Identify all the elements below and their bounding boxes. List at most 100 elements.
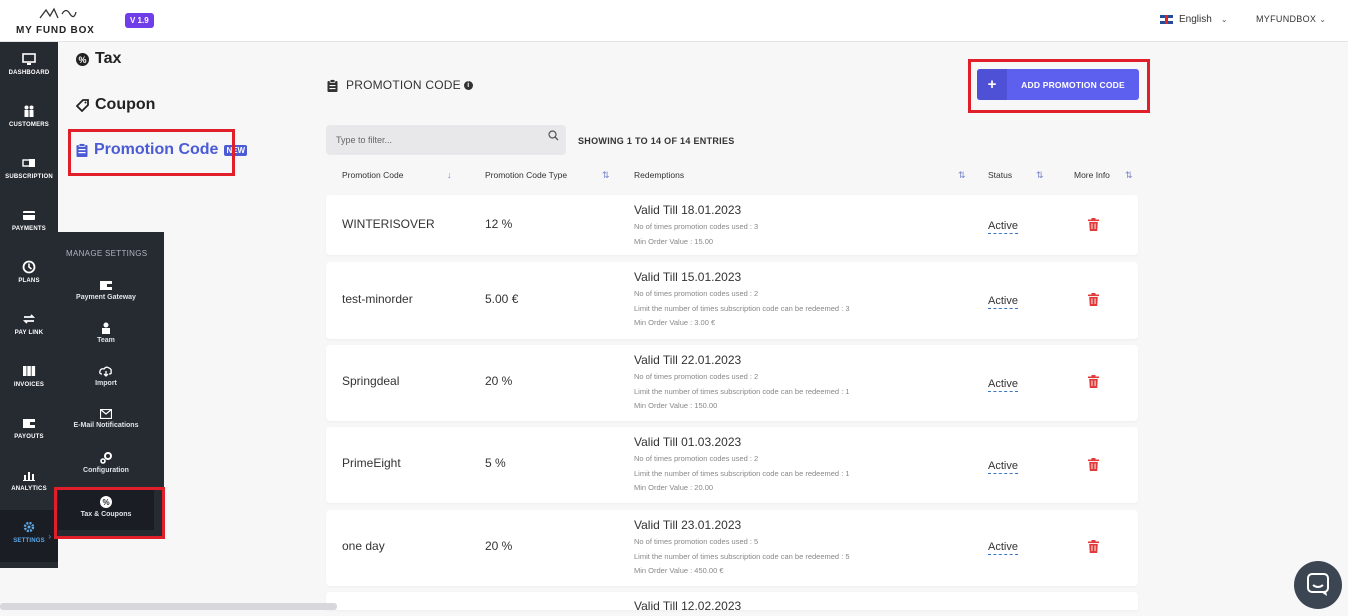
- entries-count: SHOWING 1 TO 14 OF 14 ENTRIES: [578, 136, 735, 146]
- sidebar-item-label: DASHBOARD: [8, 70, 50, 76]
- settings-item-configuration[interactable]: Configuration: [58, 452, 154, 474]
- add-promotion-code-button[interactable]: + ADD PROMOTION CODE: [977, 69, 1139, 100]
- settings-item-team[interactable]: Team: [58, 322, 154, 344]
- sidebar-item-dashboard[interactable]: DASHBOARD: [0, 42, 58, 94]
- chevron-down-icon: ⌄: [1220, 15, 1228, 24]
- monitor-icon: [22, 53, 36, 65]
- sort-icon[interactable]: ⇅: [958, 170, 966, 181]
- promotion-type: 12 %: [485, 217, 513, 231]
- manage-settings-flyout: MANAGE SETTINGS Payment Gateway Team Imp…: [58, 232, 164, 536]
- logo-text: MY FUND BOX: [16, 25, 95, 36]
- table-row[interactable]: WINTERISOVER 12 % Valid Till 18.01.2023 …: [326, 195, 1138, 255]
- version-badge: V 1.9: [125, 13, 154, 28]
- user-menu[interactable]: MYFUNDBOX ⌄: [1256, 14, 1326, 24]
- column-header-status[interactable]: Status: [988, 170, 1012, 180]
- sidebar-item-payouts[interactable]: PAYOUTS: [0, 406, 58, 458]
- sort-icon[interactable]: ⇅: [602, 170, 610, 181]
- subnav-label: Coupon: [95, 96, 156, 113]
- sidebar-item-label: ANALYTICS: [11, 486, 47, 492]
- redemption-detail: No of times promotion codes used : 3: [634, 222, 759, 231]
- settings-item-label: Configuration: [83, 467, 129, 474]
- user-name: MYFUNDBOX: [1256, 14, 1317, 24]
- search-icon: [548, 130, 559, 141]
- sidebar-item-payments[interactable]: PAYMENTS: [0, 198, 58, 250]
- promotion-type: 20 %: [485, 539, 513, 553]
- clipboard-icon: [76, 143, 88, 157]
- settings-item-label: Import: [95, 380, 117, 387]
- trash-icon[interactable]: [1088, 540, 1099, 553]
- subnav-label: Promotion Code: [94, 141, 219, 158]
- table-row[interactable]: PrimeEight 5 % Valid Till 01.03.2023 No …: [326, 427, 1138, 503]
- promotion-code: Springdeal: [342, 374, 400, 388]
- sidebar-item-pay-link[interactable]: PAY LINK: [0, 302, 58, 354]
- settings-item-tax-coupons[interactable]: % Tax & Coupons: [58, 488, 154, 530]
- redemption-detail: Min Order Value : 15.00: [634, 236, 714, 246]
- status-toggle[interactable]: Active: [988, 541, 1018, 555]
- table-row[interactable]: Springdeal 20 % Valid Till 22.01.2023 No…: [326, 345, 1138, 421]
- trash-icon[interactable]: [1088, 293, 1099, 306]
- credit-card-icon: [23, 211, 35, 220]
- svg-text:%: %: [78, 55, 86, 65]
- sidebar-item-invoices[interactable]: INVOICES: [0, 354, 58, 406]
- exchange-icon: [22, 314, 36, 324]
- bar-chart-icon: [23, 472, 35, 481]
- table-row[interactable]: Valid Till 12.02.2023: [326, 592, 1138, 613]
- valid-till: Valid Till 12.02.2023: [634, 599, 742, 613]
- valid-till: Valid Till 23.01.2023: [634, 518, 742, 532]
- logo-mark-icon: [39, 7, 77, 19]
- valid-till: Valid Till 01.03.2023: [634, 435, 742, 449]
- settings-item-import[interactable]: Import: [58, 366, 154, 387]
- column-header-redemptions[interactable]: Redemptions: [634, 170, 684, 180]
- sort-desc-icon[interactable]: ↓: [447, 170, 452, 180]
- sidebar-item-plans[interactable]: PLANS: [0, 250, 58, 302]
- chevron-down-icon: ⌄: [1319, 15, 1327, 24]
- redemption-detail: No of times promotion codes used : 5: [634, 537, 759, 546]
- status-toggle[interactable]: Active: [988, 295, 1018, 309]
- gear-icon: [23, 521, 35, 533]
- top-bar: MY FUND BOX V 1.9 English ⌄ MYFUNDBOX ⌄: [0, 0, 1348, 42]
- language-selector[interactable]: English ⌄: [1160, 14, 1228, 25]
- status-toggle[interactable]: Active: [988, 460, 1018, 474]
- column-header-more-info[interactable]: More Info: [1074, 170, 1110, 180]
- subnav-tax[interactable]: % Tax: [76, 50, 121, 68]
- horizontal-scrollbar[interactable]: [0, 603, 337, 610]
- sidebar-item-analytics[interactable]: ANALYTICS: [0, 458, 58, 510]
- sort-icon[interactable]: ⇅: [1125, 170, 1133, 181]
- add-button-label: ADD PROMOTION CODE: [1021, 79, 1125, 90]
- new-badge: NEW: [224, 144, 248, 156]
- redemption-detail: Limit the number of times subscription c…: [634, 386, 850, 396]
- column-header-promotion-code[interactable]: Promotion Code: [342, 170, 403, 180]
- status-toggle[interactable]: Active: [988, 220, 1018, 234]
- promotion-code: PrimeEight: [342, 456, 401, 470]
- settings-item-payment-gateway[interactable]: Payment Gateway: [58, 280, 154, 301]
- chat-support-button[interactable]: [1294, 561, 1342, 609]
- status-toggle[interactable]: Active: [988, 378, 1018, 392]
- sidebar-item-settings[interactable]: SETTINGS ›: [0, 510, 58, 562]
- trash-icon[interactable]: [1088, 458, 1099, 471]
- app-logo[interactable]: MY FUND BOX: [14, 6, 96, 36]
- info-icon[interactable]: i: [463, 80, 473, 90]
- sidebar-item-customers[interactable]: CUSTOMERS: [0, 94, 58, 146]
- subnav-label: Tax: [95, 50, 122, 67]
- redemption-detail: Min Order Value : 20.00: [634, 483, 714, 492]
- trash-icon[interactable]: [1088, 375, 1099, 388]
- sort-icon[interactable]: ⇅: [1036, 170, 1044, 181]
- language-label: English: [1179, 14, 1212, 25]
- table-row[interactable]: test-minorder 5.00 € Valid Till 15.01.20…: [326, 262, 1138, 339]
- sidebar-item-label: PAY LINK: [14, 330, 44, 336]
- filter-input[interactable]: [326, 125, 566, 155]
- settings-item-label: Tax & Coupons: [80, 511, 132, 518]
- settings-item-email-notifications[interactable]: E-Mail Notifications: [58, 409, 154, 429]
- redemption-detail: Limit the number of times subscription c…: [634, 303, 850, 313]
- plans-icon: [22, 260, 36, 274]
- envelope-icon: [100, 409, 112, 419]
- sidebar-item-subscription[interactable]: SUBSCRIPTION: [0, 146, 58, 198]
- promotion-code: one day: [342, 539, 385, 553]
- column-header-promotion-code-type[interactable]: Promotion Code Type: [485, 170, 567, 180]
- redemption-detail: Min Order Value : 150.00: [634, 401, 718, 410]
- uk-flag-icon: [1160, 15, 1173, 24]
- subnav-coupon[interactable]: Coupon: [76, 96, 155, 114]
- table-row[interactable]: one day 20 % Valid Till 23.01.2023 No of…: [326, 510, 1138, 586]
- subnav-promotion-code[interactable]: Promotion Code NEW: [76, 141, 248, 159]
- trash-icon[interactable]: [1088, 218, 1099, 231]
